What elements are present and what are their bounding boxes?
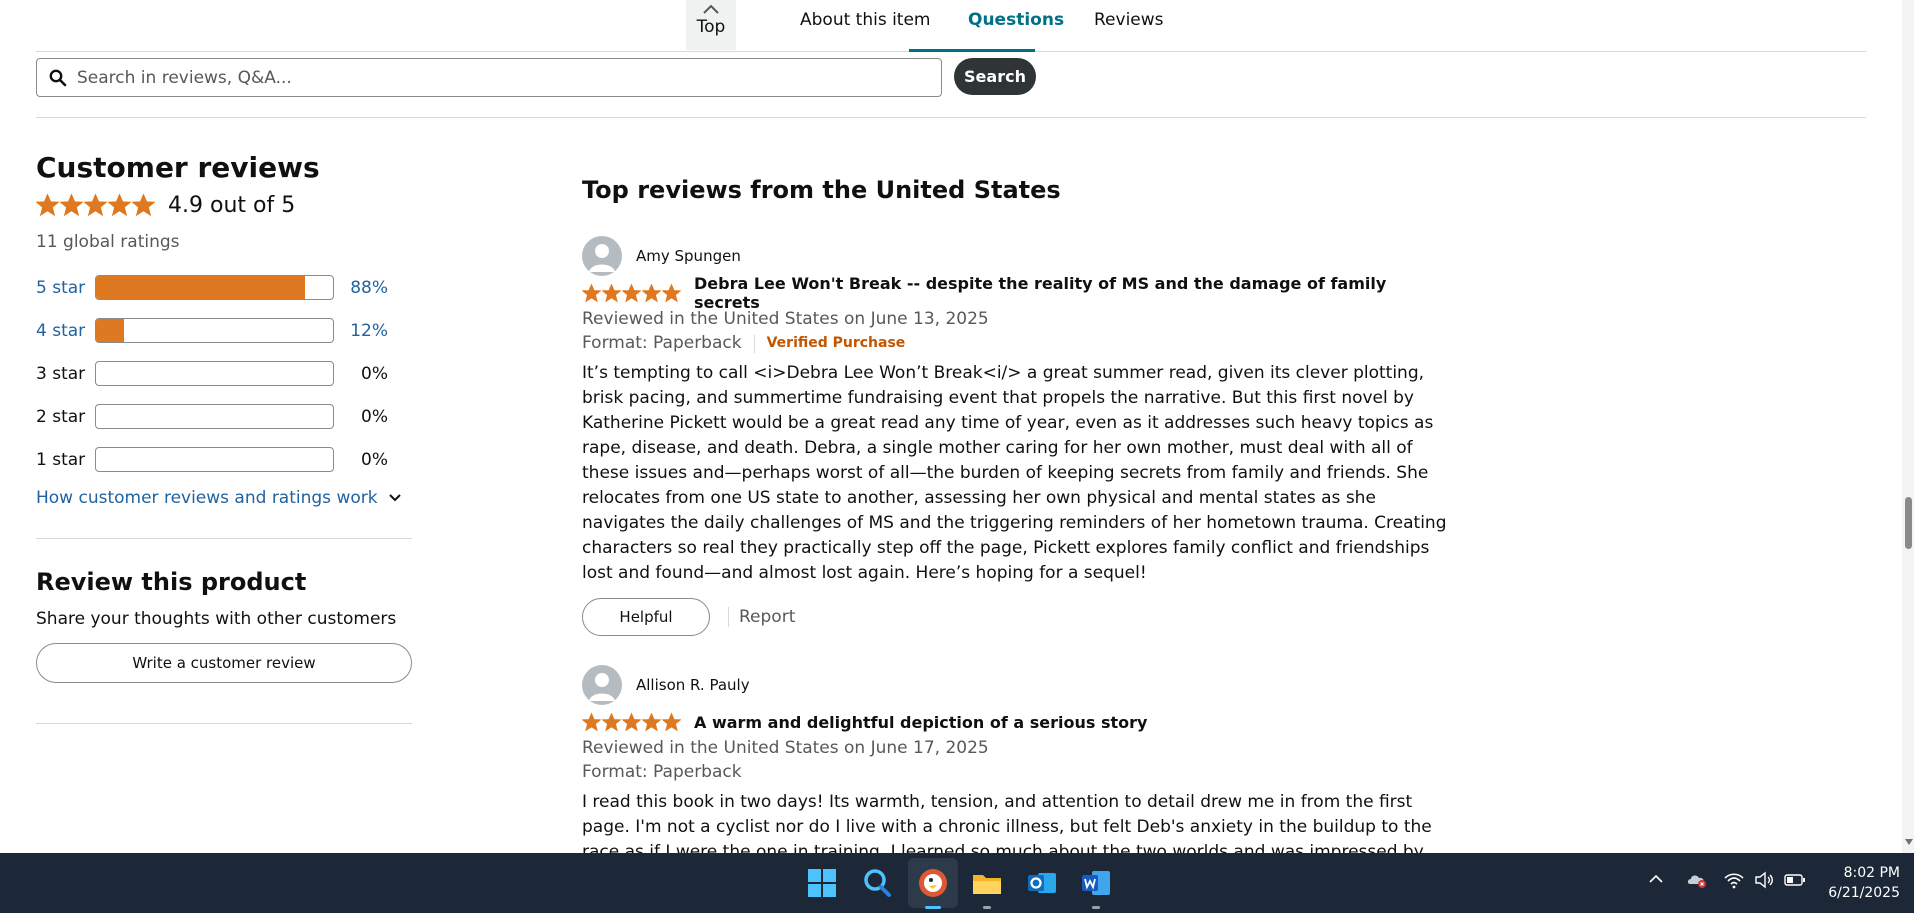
avatar-icon (582, 236, 622, 276)
review-body: It’s tempting to call <i>Debra Lee Won’t… (582, 363, 1447, 583)
histogram-row: 2 star 0% (36, 395, 412, 438)
active-app-indicator (925, 906, 941, 909)
how-reviews-work-link[interactable]: How customer reviews and ratings work (36, 483, 412, 513)
rating-text: 4.9 out of 5 (168, 192, 296, 218)
star-rating-icon (36, 193, 156, 217)
file-explorer-icon[interactable] (971, 867, 1003, 899)
scroll-down-arrow-icon[interactable] (1904, 838, 1914, 846)
separator (753, 334, 755, 353)
report-link[interactable]: Report (739, 607, 795, 627)
duckduckgo-browser-icon[interactable] (917, 867, 949, 899)
reviewer-profile[interactable]: Amy Spungen (582, 236, 1452, 276)
review-actions: Helpful Report (582, 598, 1452, 636)
reviewer-profile[interactable]: Allison R. Pauly (582, 665, 1452, 705)
running-app-indicator (1092, 906, 1100, 909)
histogram-bar[interactable] (95, 275, 334, 300)
running-app-indicator (983, 906, 991, 909)
review-stars-icon (582, 712, 682, 732)
divider (36, 538, 412, 539)
verified-purchase-badge: Verified Purchase (766, 335, 906, 351)
divider (36, 723, 412, 724)
nav-top-button[interactable]: Top (686, 0, 736, 50)
tab-questions[interactable]: Questions (968, 10, 1064, 30)
histogram-bar-fill (96, 276, 305, 299)
reviewer-name: Amy Spungen (636, 247, 741, 265)
windows-taskbar: 8:02 PM 6/21/2025 (0, 853, 1914, 913)
nav-top-label: Top (696, 17, 726, 37)
search-icon[interactable] (861, 867, 893, 899)
review-body: I read this book in two days! Its warmth… (582, 792, 1432, 853)
review-format-line: Format: Paperback Verified Purchase (582, 331, 1452, 356)
review-format-line: Format: Paperback (582, 760, 1452, 785)
section-nav-bar (36, 0, 1866, 52)
how-reviews-work-label: How customer reviews and ratings work (36, 488, 378, 508)
reviewer-name: Allison R. Pauly (636, 676, 750, 694)
review-title-link[interactable]: A warm and delightful depiction of a ser… (694, 713, 1147, 732)
histogram-star-label[interactable]: 4 star (36, 321, 95, 341)
chevron-up-icon[interactable] (1648, 871, 1664, 887)
histogram-bar (95, 447, 334, 472)
histogram-row: 1 star 0% (36, 438, 412, 481)
histogram-row: 3 star 0% (36, 352, 412, 395)
review-this-product-title: Review this product (36, 568, 307, 596)
outlook-icon[interactable] (1026, 867, 1058, 899)
histogram-star-label[interactable]: 5 star (36, 278, 95, 298)
histogram-bar (95, 404, 334, 429)
overall-rating: 4.9 out of 5 (36, 190, 412, 220)
review-format[interactable]: Format: Paperback (582, 331, 742, 356)
onedrive-error-icon[interactable] (1686, 871, 1708, 889)
customer-reviews-summary: Customer reviews 4.9 out of 5 11 global … (36, 148, 412, 724)
review-date: Reviewed in the United States on June 17… (582, 738, 989, 758)
search-input[interactable] (77, 67, 917, 88)
divider (36, 117, 1866, 118)
windows-start-icon[interactable] (806, 867, 838, 899)
histogram-percent[interactable]: 88% (334, 278, 388, 298)
chevron-up-icon (703, 4, 719, 14)
tab-about-this-item[interactable]: About this item (800, 10, 931, 30)
word-icon[interactable] (1080, 867, 1112, 899)
battery-icon[interactable] (1784, 871, 1806, 889)
review-title-line: A warm and delightful depiction of a ser… (582, 709, 1452, 735)
tab-reviews[interactable]: Reviews (1094, 10, 1164, 30)
histogram-star-label: 1 star (36, 449, 86, 470)
review-card: Allison R. Pauly A warm and delightful d… (582, 665, 1452, 853)
wifi-icon[interactable] (1724, 871, 1744, 889)
top-reviews-title: Top reviews from the United States (582, 176, 1061, 204)
active-tab-underline (909, 49, 1035, 52)
product-page: Top About this item Questions Reviews Se… (0, 0, 1914, 853)
histogram-percent: 0% (361, 449, 388, 470)
rating-histogram: 5 star 88% 4 star 12% 3 star 0% 2 star 0% 1 star… (36, 266, 412, 481)
histogram-row[interactable]: 4 star 12% (36, 309, 412, 352)
histogram-percent: 0% (361, 406, 388, 427)
histogram-row[interactable]: 5 star 88% (36, 266, 412, 309)
separator (728, 607, 729, 627)
write-review-button[interactable]: Write a customer review (36, 643, 412, 683)
volume-icon[interactable] (1754, 871, 1774, 889)
review-card: Amy Spungen Debra Lee Won't Break -- des… (582, 236, 1452, 636)
avatar-icon (582, 665, 622, 705)
review-stars-icon (582, 283, 682, 303)
customer-reviews-title: Customer reviews (36, 151, 320, 184)
search-icon (49, 69, 67, 86)
helpful-button[interactable]: Helpful (582, 598, 710, 636)
review-title-line: Debra Lee Won't Break -- despite the rea… (582, 274, 1452, 312)
histogram-bar (95, 361, 334, 386)
histogram-star-label: 2 star (36, 406, 86, 427)
chevron-down-icon (388, 494, 401, 502)
histogram-percent[interactable]: 12% (334, 321, 388, 341)
clock-time: 8:02 PM (1843, 865, 1900, 881)
histogram-bar-fill (96, 319, 125, 342)
page-scrollbar[interactable] (1902, 0, 1914, 853)
histogram-percent: 0% (361, 363, 388, 384)
histogram-star-label: 3 star (36, 363, 86, 384)
system-clock[interactable]: 8:02 PM 6/21/2025 (1810, 863, 1900, 903)
review-this-product-subtitle: Share your thoughts with other customers (36, 609, 397, 629)
global-ratings-count: 11 global ratings (36, 232, 180, 252)
histogram-bar[interactable] (95, 318, 334, 343)
scrollbar-thumb[interactable] (1905, 497, 1912, 549)
review-format[interactable]: Format: Paperback (582, 760, 742, 785)
review-search-box[interactable] (36, 58, 942, 97)
clock-date: 6/21/2025 (1828, 885, 1900, 901)
search-button[interactable]: Search (954, 58, 1036, 95)
